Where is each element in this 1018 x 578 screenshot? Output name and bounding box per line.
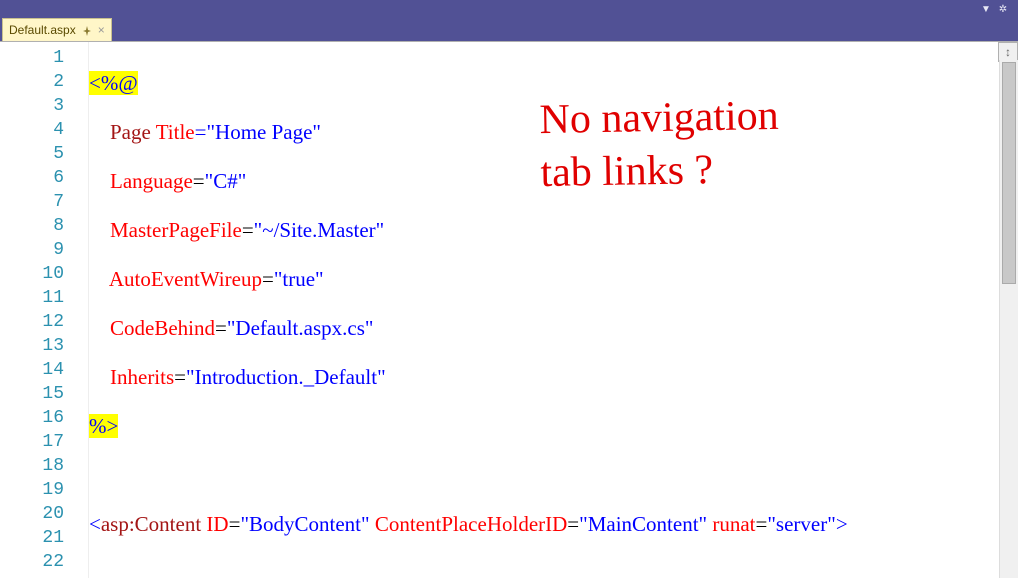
t: < bbox=[89, 512, 101, 536]
line-number-gutter: 1 2 3 4 5 6 7 8 9 10 11 12 13 14 15 16 1… bbox=[0, 42, 89, 578]
v: "MainContent" bbox=[579, 512, 707, 536]
line-number: 15 bbox=[0, 382, 88, 406]
line-number: 18 bbox=[0, 454, 88, 478]
line-number: 9 bbox=[0, 238, 88, 262]
attr: MasterPageFile bbox=[110, 218, 242, 242]
tab-filename: Default.aspx bbox=[9, 23, 76, 37]
code-editor[interactable]: 1 2 3 4 5 6 7 8 9 10 11 12 13 14 15 16 1… bbox=[0, 41, 1018, 578]
v: "BodyContent" bbox=[240, 512, 369, 536]
window-dropdown-icon[interactable]: ▼ bbox=[976, 0, 994, 18]
a: ContentPlaceHolderID bbox=[375, 512, 567, 536]
attr: CodeBehind bbox=[110, 316, 215, 340]
line-number: 7 bbox=[0, 190, 88, 214]
val: "Default.aspx.cs" bbox=[227, 316, 374, 340]
line-number: 2 bbox=[0, 70, 88, 94]
close-tab-icon[interactable]: × bbox=[98, 23, 105, 37]
document-tab-strip: Default.aspx × bbox=[0, 18, 1018, 41]
line-number: 3 bbox=[0, 94, 88, 118]
line-number: 6 bbox=[0, 166, 88, 190]
code-area[interactable]: <%@ Page Title="Home Page" Language="C#"… bbox=[89, 42, 1018, 578]
line-number: 4 bbox=[0, 118, 88, 142]
val: "C#" bbox=[205, 169, 247, 193]
val: "true" bbox=[274, 267, 324, 291]
attr: AutoEventWireup bbox=[109, 267, 262, 291]
eq: = bbox=[195, 120, 207, 144]
v: "server" bbox=[767, 512, 835, 536]
vs-workbench: ▼ ✲ Default.aspx × 1 2 3 4 5 6 7 8 9 10 … bbox=[0, 0, 1018, 578]
line-number: 5 bbox=[0, 142, 88, 166]
val: "Introduction._Default" bbox=[186, 365, 386, 389]
line-number: 16 bbox=[0, 406, 88, 430]
line-number: 17 bbox=[0, 430, 88, 454]
pin-icon[interactable] bbox=[82, 25, 92, 35]
line-number: 20 bbox=[0, 502, 88, 526]
line-number: 8 bbox=[0, 214, 88, 238]
settings-gear-icon[interactable]: ✲ bbox=[994, 0, 1012, 18]
line-number: 1 bbox=[0, 46, 88, 70]
attr: Inherits bbox=[110, 365, 174, 389]
line-number: 19 bbox=[0, 478, 88, 502]
attr: Language bbox=[110, 169, 193, 193]
line-number: 22 bbox=[0, 550, 88, 574]
document-tab-default-aspx[interactable]: Default.aspx × bbox=[2, 18, 112, 41]
directive-open: <%@ bbox=[89, 71, 138, 95]
attr: Title bbox=[156, 120, 195, 144]
line-number: 21 bbox=[0, 526, 88, 550]
a: ID bbox=[206, 512, 228, 536]
val: "~/Site.Master" bbox=[254, 218, 385, 242]
line-number: 14 bbox=[0, 358, 88, 382]
vertical-scrollbar[interactable] bbox=[999, 60, 1018, 578]
line-number: 10 bbox=[0, 262, 88, 286]
el: asp:Content bbox=[101, 512, 201, 536]
line-number: 12 bbox=[0, 310, 88, 334]
split-editor-icon[interactable]: ↕ bbox=[998, 42, 1018, 62]
window-titlebar: ▼ ✲ bbox=[0, 0, 1018, 18]
val: "Home Page" bbox=[206, 120, 321, 144]
scrollbar-thumb[interactable] bbox=[1002, 62, 1016, 284]
kw: Page bbox=[110, 120, 151, 144]
line-number: 13 bbox=[0, 334, 88, 358]
directive-close: %> bbox=[89, 414, 118, 438]
line-number: 11 bbox=[0, 286, 88, 310]
t: > bbox=[836, 512, 848, 536]
a: runat bbox=[712, 512, 755, 536]
